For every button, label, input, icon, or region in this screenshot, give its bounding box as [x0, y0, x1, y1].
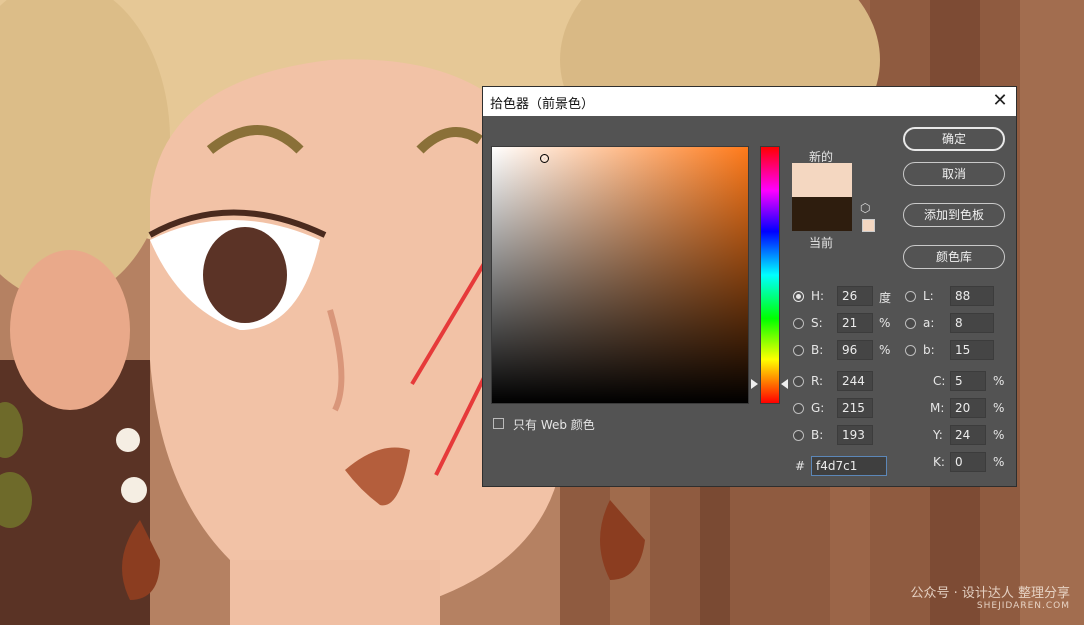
hue-input[interactable] — [837, 286, 873, 306]
green-radio[interactable] — [793, 403, 804, 414]
red-radio[interactable] — [793, 376, 804, 387]
color-picker-ring[interactable] — [540, 154, 549, 163]
web-colors-only-label: 只有 Web 颜色 — [513, 418, 595, 432]
magenta-unit: % — [993, 401, 1005, 415]
lab-a-label: a: — [923, 316, 935, 330]
lab-l-input[interactable] — [950, 286, 994, 306]
title-bar[interactable]: 拾色器（前景色） ✕ — [483, 87, 1016, 116]
hue-slider[interactable] — [761, 147, 779, 403]
new-color-swatch — [792, 163, 852, 197]
brightness-label: B: — [811, 343, 824, 357]
current-color-label: 当前 — [809, 236, 834, 250]
brightness-radio[interactable] — [793, 345, 804, 356]
magenta-input[interactable] — [950, 398, 986, 418]
saturation-radio[interactable] — [793, 318, 804, 329]
add-to-swatches-button[interactable]: 添加到色板 — [903, 203, 1005, 227]
saturation-label: S: — [811, 316, 823, 330]
hue-label: H: — [811, 289, 825, 303]
cyan-unit: % — [993, 374, 1005, 388]
black-label: K: — [933, 455, 945, 469]
color-field[interactable] — [492, 147, 748, 403]
brightness-input[interactable] — [837, 340, 873, 360]
web-colors-only-checkbox[interactable] — [493, 418, 504, 429]
lab-l-radio[interactable] — [905, 291, 916, 302]
red-label: R: — [811, 374, 824, 388]
black-input[interactable] — [950, 452, 986, 472]
lab-a-input[interactable] — [950, 313, 994, 333]
close-icon[interactable]: ✕ — [988, 90, 1012, 112]
watermark: 公众号 · 设计达人 整理分享 SHEJIDAREN.COM — [910, 582, 1070, 611]
cancel-button[interactable]: 取消 — [903, 162, 1005, 186]
current-color-swatch[interactable] — [792, 197, 852, 231]
lab-l-label: L: — [923, 289, 934, 303]
dialog-title: 拾色器（前景色） — [490, 97, 595, 112]
blue-radio[interactable] — [793, 430, 804, 441]
lab-b-radio[interactable] — [905, 345, 916, 356]
yellow-label: Y: — [933, 428, 943, 442]
cyan-label: C: — [933, 374, 946, 388]
hue-slider-left-handle-icon[interactable] — [751, 379, 758, 389]
lab-a-radio[interactable] — [905, 318, 916, 329]
color-libraries-button[interactable]: 颜色库 — [903, 245, 1005, 269]
blue-label: B: — [811, 428, 824, 442]
lab-b-input[interactable] — [950, 340, 994, 360]
hex-input[interactable] — [811, 456, 887, 476]
hue-slider-right-handle-icon[interactable] — [781, 379, 788, 389]
blue-input[interactable] — [837, 425, 873, 445]
cyan-input[interactable] — [950, 371, 986, 391]
black-unit: % — [993, 455, 1005, 469]
websafe-color-swatch[interactable] — [862, 219, 875, 232]
yellow-unit: % — [993, 428, 1005, 442]
lab-b-label: b: — [923, 343, 935, 357]
hue-unit: 度 — [879, 291, 892, 305]
green-label: G: — [811, 401, 825, 415]
ok-button[interactable]: 确定 — [903, 127, 1005, 151]
magenta-label: M: — [930, 401, 945, 415]
hex-label: # — [795, 459, 806, 473]
watermark-main: 公众号 · 设计达人 整理分享 — [910, 586, 1070, 601]
saturation-input[interactable] — [837, 313, 873, 333]
brightness-unit: % — [879, 343, 891, 357]
watermark-sub: SHEJIDAREN.COM — [976, 601, 1070, 611]
red-input[interactable] — [837, 371, 873, 391]
green-input[interactable] — [837, 398, 873, 418]
saturation-unit: % — [879, 316, 891, 330]
color-picker-dialog: 拾色器（前景色） ✕ 新的 当前 ⬡ 确定 取消 添加到色板 颜色库 H: 度 … — [482, 86, 1017, 487]
hue-radio[interactable] — [793, 291, 804, 302]
yellow-input[interactable] — [950, 425, 986, 445]
out-of-gamut-cube-icon[interactable]: ⬡ — [860, 201, 870, 215]
